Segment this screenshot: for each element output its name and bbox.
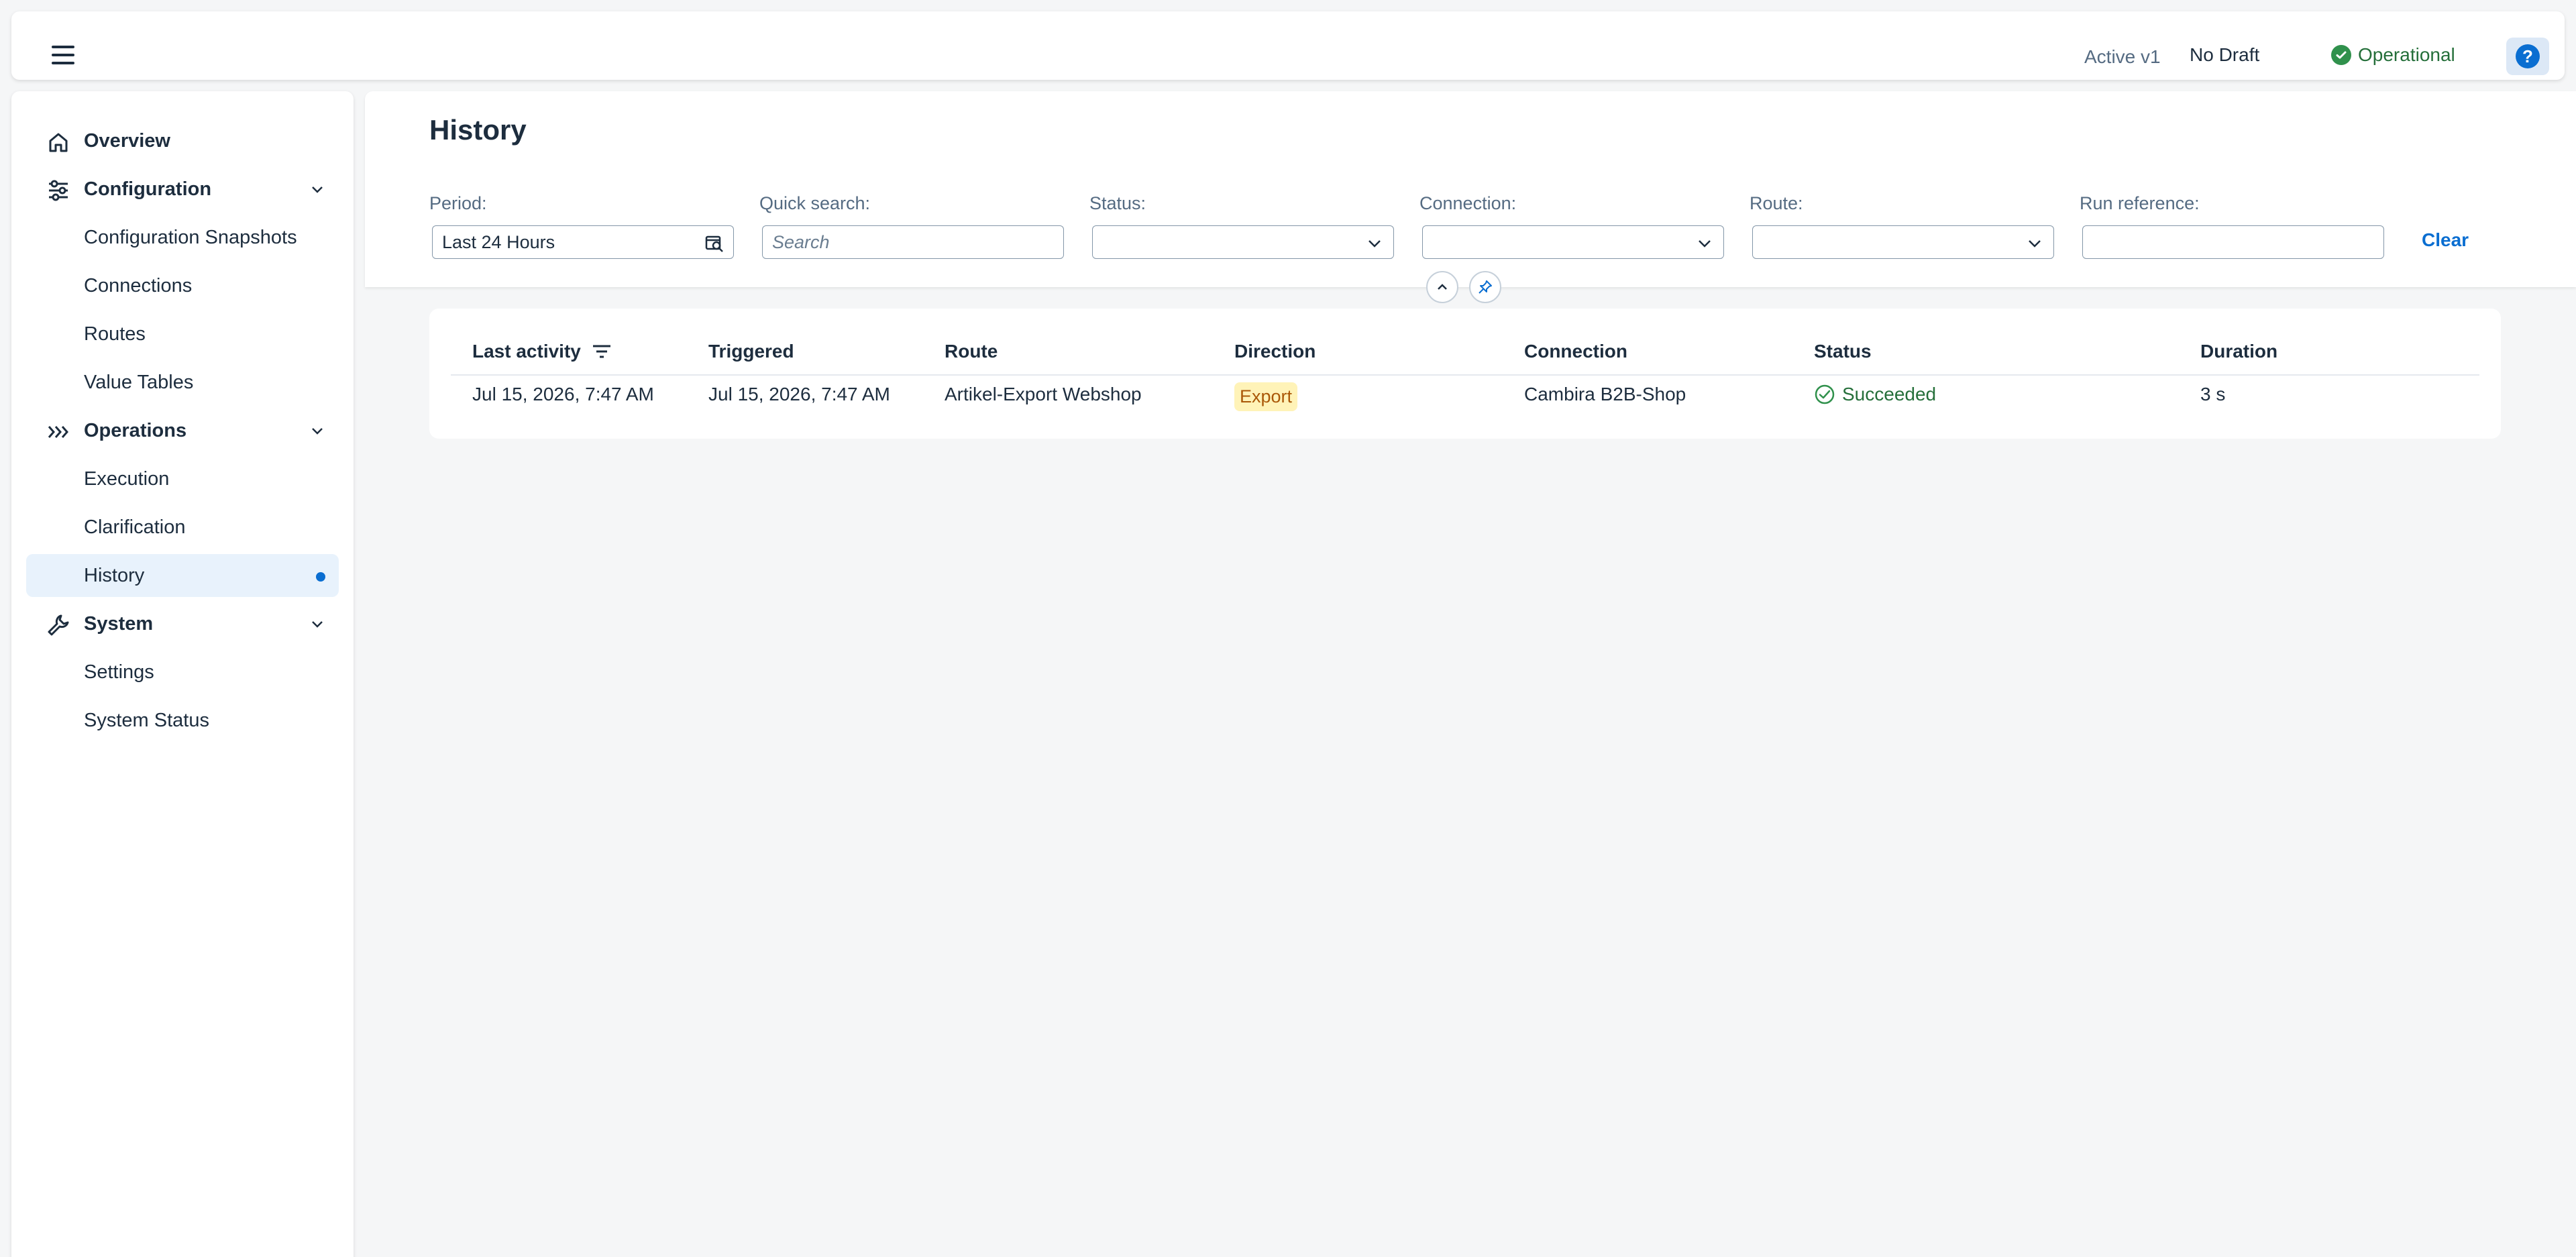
nav-configuration-snapshots[interactable]: Configuration Snapshots [26,216,339,259]
chevron-down-icon [1699,240,1711,248]
chevron-down-icon [2029,240,2041,248]
nav-label: Overview [84,129,170,152]
cell-last-activity: Jul 15, 2026, 7:47 AM [472,384,654,404]
nav-label: Execution [84,468,170,490]
cell-triggered: Jul 15, 2026, 7:47 AM [708,384,890,404]
nav-execution[interactable]: Execution [26,457,339,500]
connection-label: Connection: [1419,193,1517,213]
period-label: Period: [429,193,487,213]
nav-label: Clarification [84,516,186,538]
status-text: Succeeded [1842,384,1937,404]
route-filter: Route: [1750,193,2054,259]
chevrons-right-icon [48,426,68,438]
page-title: History [429,114,527,146]
history-table: Last activity Triggered Route Direction … [429,309,2501,439]
nav-label: System [84,612,154,635]
shell-bar: Active v1 No Draft Operational ? [11,11,2565,80]
route-label: Route: [1750,193,1803,213]
nav-operations[interactable]: Operations [26,409,339,452]
calendar-search-icon[interactable] [705,234,724,253]
cell-route: Artikel-Export Webshop [945,384,1142,404]
sort-icon[interactable] [592,344,612,359]
period-field[interactable]: Last 24 Hours [432,225,734,259]
help-button[interactable]: ? [2506,38,2549,75]
nav-label: Routes [84,323,146,345]
column-header-status[interactable]: Status [1814,341,1872,362]
nav-overview[interactable]: Overview [26,119,339,162]
column-header-route[interactable]: Route [945,341,998,362]
status-label: Operational [2358,44,2455,65]
nav-label: Connections [84,274,193,296]
chevron-down-icon[interactable] [311,182,324,196]
column-header-direction[interactable]: Direction [1234,341,1316,362]
nav-label: Settings [84,661,154,683]
nav-system[interactable]: System [26,602,339,645]
status-label: Status: [1089,193,1146,213]
search-placeholder: Search [772,231,830,252]
help-icon: ? [2516,44,2540,68]
run-reference-input[interactable] [2082,225,2384,259]
column-header-connection[interactable]: Connection [1524,341,1627,362]
selected-indicator [316,572,325,582]
filter-bar: History Period: Last 24 Hours Quick sear… [365,91,2576,303]
nav-label: Value Tables [84,371,194,393]
cell-connection: Cambira B2B-Shop [1524,384,1686,404]
nav-label: Operations [84,419,187,441]
period-filter: Period: Last 24 Hours [429,193,734,259]
connection-select[interactable] [1422,225,1724,259]
nav-system-status[interactable]: System Status [26,699,339,742]
chevron-down-icon[interactable] [311,424,324,437]
run-reference-label: Run reference: [2080,193,2200,213]
pin-header-button[interactable] [1469,271,1501,303]
draft-label: No Draft [2190,44,2260,65]
nav-history[interactable]: History [26,554,339,597]
home-icon [49,133,68,152]
nav-label: System Status [84,709,209,731]
clear-filters-link[interactable]: Clear [2422,229,2469,251]
pin-icon [1479,280,1492,294]
status-select[interactable] [1092,225,1394,259]
search-input[interactable]: Search [762,225,1064,259]
period-value: Last 24 Hours [442,231,555,252]
route-select[interactable] [1752,225,2054,259]
column-header-last-activity[interactable]: Last activity [472,341,612,362]
cell-status: Succeeded [1814,384,1936,405]
status-filter: Status: [1089,193,1394,259]
cell-duration: 3 s [2200,384,2226,404]
nav-configuration[interactable]: Configuration [26,168,339,211]
sliders-icon [49,180,68,201]
header-divider [451,374,2479,376]
direction-badge: Export [1234,382,1298,411]
active-version-label: Active v1 [2084,46,2161,67]
chevron-down-icon [1368,240,1381,248]
nav-label: History [84,564,145,586]
quick-search-filter: Quick search: Search [759,193,1064,259]
menu-icon[interactable] [52,46,74,64]
check-circle-icon [2331,45,2351,65]
connection-filter: Connection: [1419,193,1724,259]
nav-routes[interactable]: Routes [26,313,339,356]
nav-value-tables[interactable]: Value Tables [26,361,339,404]
quick-search-label: Quick search: [759,193,871,213]
success-icon [1815,384,1835,404]
wrench-icon [48,614,69,636]
column-header-duration[interactable]: Duration [2200,341,2277,362]
system-status-indicator: Operational [2331,44,2455,66]
chevron-up-icon [1438,284,1447,290]
nav-clarification[interactable]: Clarification [26,506,339,549]
collapse-header-button[interactable] [1426,271,1458,303]
side-navigation: Overview Configuration Configuration Sna… [11,91,354,1257]
column-label: Last activity [472,341,581,362]
nav-connections[interactable]: Connections [26,264,339,307]
column-header-triggered[interactable]: Triggered [708,341,794,362]
run-reference-filter: Run reference: [2080,193,2384,259]
nav-settings[interactable]: Settings [26,651,339,694]
chevron-down-icon[interactable] [311,617,324,631]
nav-label: Configuration Snapshots [84,226,297,248]
nav-label: Configuration [84,178,212,200]
